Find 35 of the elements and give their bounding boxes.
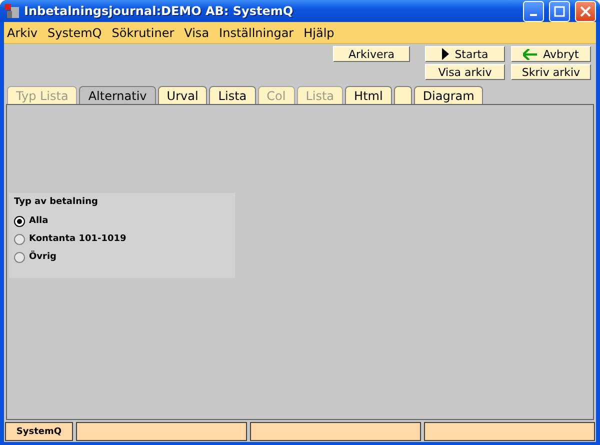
radio-button[interactable] — [14, 216, 25, 226]
minimize-button[interactable] — [523, 0, 544, 22]
menu-item[interactable]: Arkiv — [7, 26, 38, 40]
radio-label: Alla — [29, 216, 48, 226]
maximize-icon — [554, 6, 565, 16]
tab[interactable] — [394, 86, 412, 104]
menu-item[interactable]: Inställningar — [219, 26, 294, 40]
tab[interactable]: Lista — [209, 86, 256, 104]
minimize-icon — [530, 14, 537, 16]
menu-item[interactable]: Visa — [184, 26, 210, 40]
radio-label: Kontanta 101-1019 — [29, 234, 126, 244]
toolbar-button[interactable]: Starta — [425, 46, 505, 62]
toolbar-button[interactable]: Avbryt — [511, 46, 591, 62]
tab[interactable]: Urval — [158, 86, 208, 104]
tab[interactable]: Html — [345, 86, 392, 104]
window-title: Inbetalningsjournal:DEMO AB: SystemQ — [24, 4, 294, 18]
play-icon — [442, 48, 449, 60]
menu-item[interactable]: SystemQ — [48, 26, 102, 40]
status-cell: SystemQ — [5, 422, 73, 441]
tab[interactable]: Diagram — [414, 86, 484, 104]
radio-label: Övrig — [29, 252, 56, 262]
toolbar-button[interactable]: Visa arkiv — [425, 64, 505, 80]
app-icon — [5, 4, 19, 18]
close-icon — [580, 6, 591, 16]
left-arrow-icon — [523, 48, 538, 60]
radio-button[interactable] — [14, 234, 25, 244]
tab[interactable]: Alternativ — [79, 86, 156, 104]
radio-button[interactable] — [14, 252, 25, 262]
group-title: Typ av betalning — [14, 197, 99, 207]
toolbar-button[interactable]: Skriv arkiv — [511, 64, 591, 80]
toolbar-button[interactable]: Arkivera — [333, 46, 410, 62]
menu-item[interactable]: Sökrutiner — [112, 26, 174, 40]
close-button[interactable] — [575, 0, 596, 22]
menu-item[interactable]: Hjälp — [304, 26, 334, 40]
maximize-button[interactable] — [549, 0, 570, 22]
